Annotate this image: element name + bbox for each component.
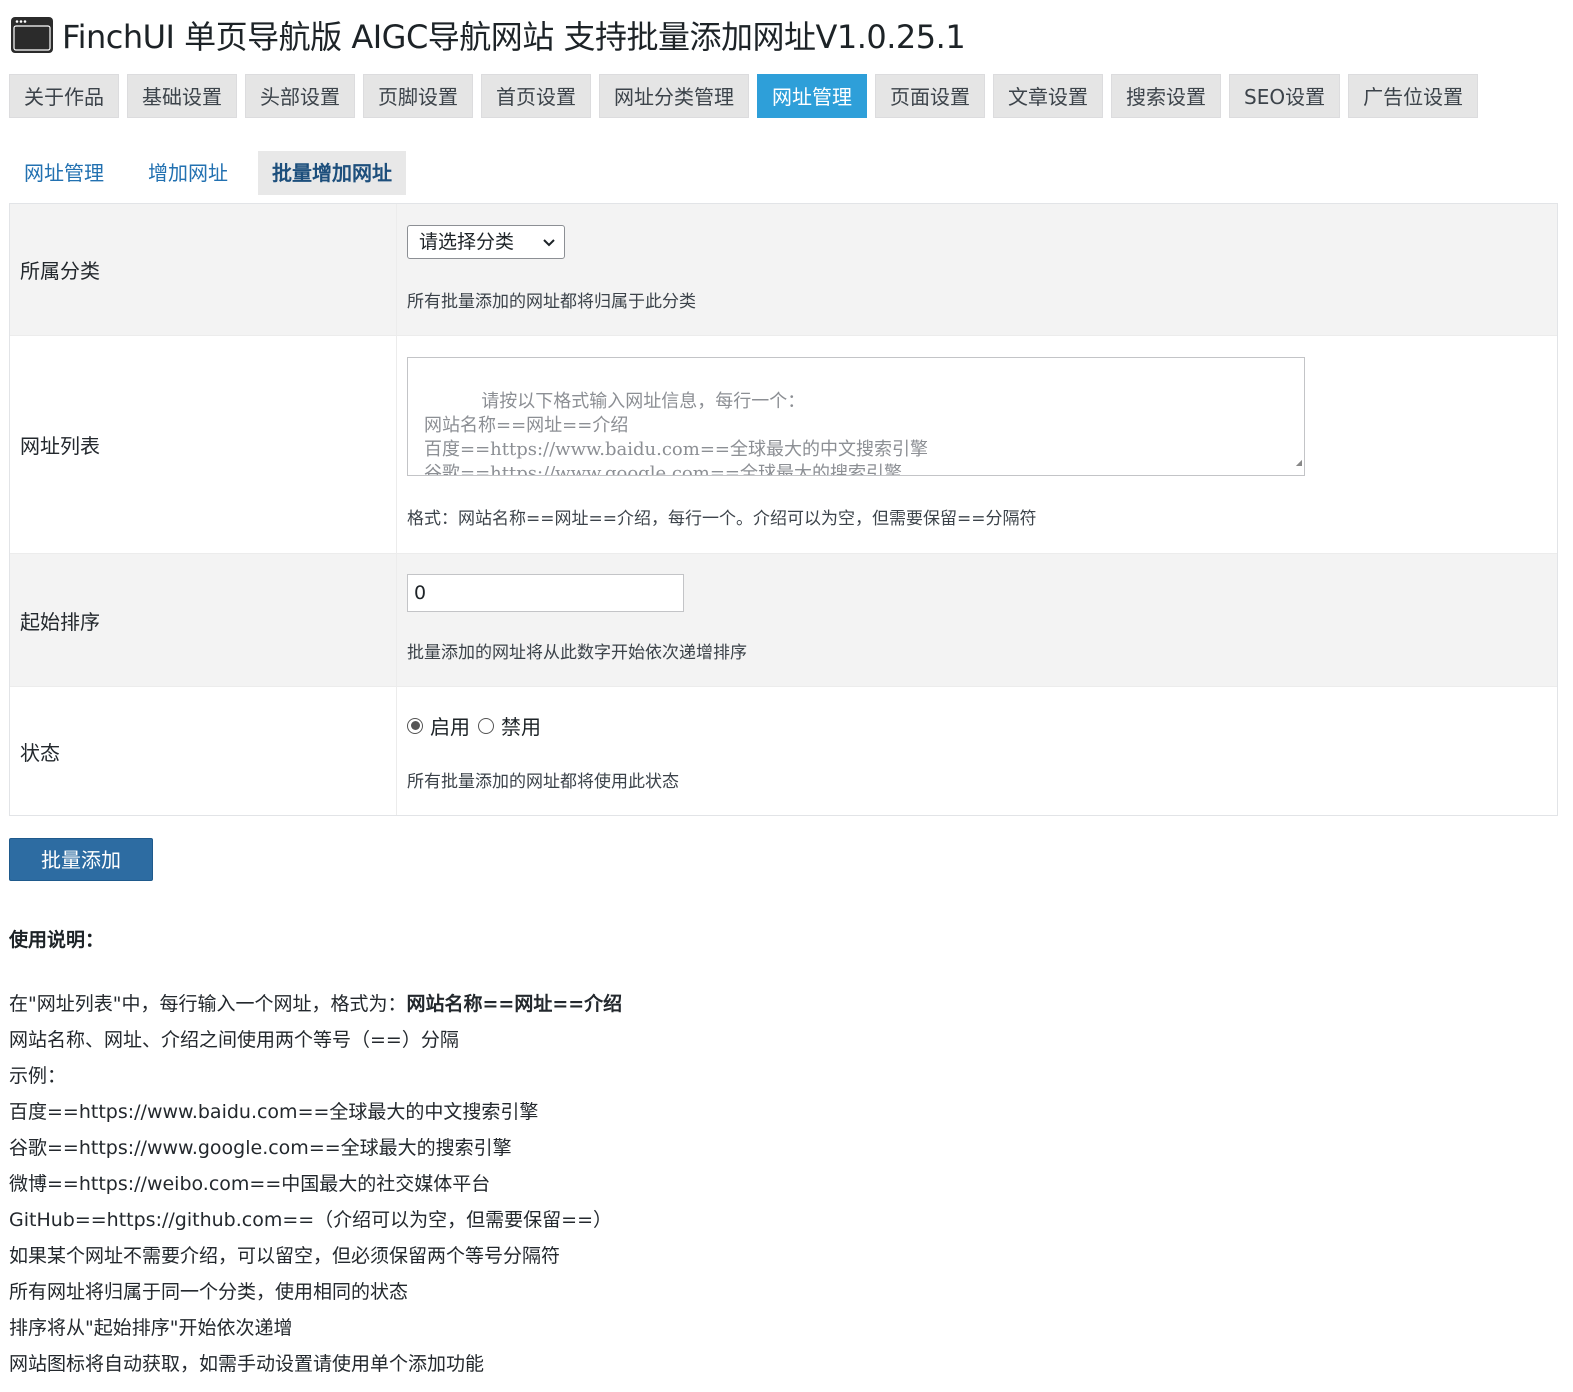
tab-home-settings[interactable]: 首页设置: [481, 74, 591, 118]
tab-about[interactable]: 关于作品: [9, 74, 119, 118]
status-disabled-label[interactable]: 禁用: [501, 711, 541, 740]
url-list-help: 格式：网站名称==网址==介绍，每行一个。介绍可以为空，但需要保留==分隔符: [407, 509, 1037, 529]
url-list-textarea[interactable]: 请按以下格式输入网址信息，每行一个： 网站名称==网址==介绍 百度==http…: [407, 357, 1305, 476]
sub-tab-bar: 网址管理 增加网址 批量增加网址: [10, 151, 422, 195]
instruction-line: GitHub==https://github.com==（介绍可以为空，但需要保…: [9, 1209, 613, 1231]
category-select-value: 请选择分类: [419, 231, 515, 253]
window-icon: [11, 17, 53, 53]
usage-instructions: 使用说明： 在"网址列表"中，每行输入一个网址，格式为：网站名称==网址==介绍…: [9, 922, 1009, 1382]
instruction-line: 在"网址列表"中，每行输入一个网址，格式为：网站名称==网址==介绍: [9, 986, 1009, 1022]
chevron-down-icon: [542, 227, 556, 270]
status-label: 状态: [10, 687, 397, 815]
instruction-line: 网站名称、网址、介绍之间使用两个等号（==）分隔: [9, 1029, 459, 1051]
instruction-line: 谷歌==https://www.google.com==全球最大的搜索引擎: [9, 1137, 512, 1159]
page-title: FinchUI 单页导航版 AIGC导航网站 支持批量添加网址V1.0.25.1: [62, 18, 966, 56]
tab-footer-settings[interactable]: 页脚设置: [363, 74, 473, 118]
category-select[interactable]: 请选择分类: [407, 225, 565, 259]
start-order-label: 起始排序: [10, 554, 397, 686]
main-tab-bar: 关于作品 基础设置 头部设置 页脚设置 首页设置 网址分类管理 网址管理 页面设…: [9, 74, 1486, 118]
tab-page-settings[interactable]: 页面设置: [875, 74, 985, 118]
subtab-url-management[interactable]: 网址管理: [10, 151, 118, 195]
tab-url-management[interactable]: 网址管理: [757, 74, 867, 118]
category-label: 所属分类: [10, 204, 397, 335]
instruction-line: 所有网址将归属于同一个分类，使用相同的状态: [9, 1281, 409, 1303]
tab-header-settings[interactable]: 头部设置: [245, 74, 355, 118]
instruction-line: 如果某个网址不需要介绍，可以留空，但必须保留两个等号分隔符: [9, 1245, 561, 1267]
tab-seo-settings[interactable]: SEO设置: [1229, 74, 1341, 118]
page-header: FinchUI 单页导航版 AIGC导航网站 支持批量添加网址V1.0.25.1: [10, 10, 966, 60]
form-row-status: 状态 启用 禁用 所有批量添加的网址都将使用此状态: [10, 687, 1557, 815]
subtab-batch-add-url[interactable]: 批量增加网址: [258, 151, 406, 195]
tab-basic-settings[interactable]: 基础设置: [127, 74, 237, 118]
batch-add-button[interactable]: 批量添加: [9, 838, 153, 881]
instruction-line: 网站图标将自动获取，如需手动设置请使用单个添加功能: [9, 1353, 485, 1375]
form-row-start-order: 起始排序 0 批量添加的网址将从此数字开始依次递增排序: [10, 554, 1557, 687]
start-order-help: 批量添加的网址将从此数字开始依次递增排序: [407, 643, 747, 663]
tab-article-settings[interactable]: 文章设置: [993, 74, 1103, 118]
instructions-title: 使用说明：: [9, 929, 105, 951]
resize-grip-icon[interactable]: ◢: [1296, 451, 1302, 475]
form-row-url-list: 网址列表 请按以下格式输入网址信息，每行一个： 网站名称==网址==介绍 百度=…: [10, 336, 1557, 554]
tab-search-settings[interactable]: 搜索设置: [1111, 74, 1221, 118]
tab-ad-settings[interactable]: 广告位设置: [1348, 74, 1479, 118]
url-list-placeholder: 请按以下格式输入网址信息，每行一个： 网站名称==网址==介绍 百度==http…: [424, 391, 928, 476]
status-disabled-radio[interactable]: [478, 717, 494, 734]
subtab-add-url[interactable]: 增加网址: [134, 151, 242, 195]
status-enabled-label[interactable]: 启用: [430, 711, 470, 740]
start-order-input[interactable]: 0: [407, 574, 684, 612]
instruction-format-bold: 网站名称==网址==介绍: [406, 993, 623, 1015]
status-help: 所有批量添加的网址都将使用此状态: [407, 772, 679, 792]
form-row-category: 所属分类 请选择分类 所有批量添加的网址都将归属于此分类: [10, 204, 1557, 336]
status-enabled-radio[interactable]: [407, 717, 423, 734]
instruction-line: 排序将从"起始排序"开始依次递增: [9, 1317, 293, 1339]
tab-url-category-management[interactable]: 网址分类管理: [599, 74, 749, 118]
instruction-line: 微博==https://weibo.com==中国最大的社交媒体平台: [9, 1173, 491, 1195]
category-help: 所有批量添加的网址都将归属于此分类: [407, 292, 696, 312]
instruction-line-text: 在"网址列表"中，每行输入一个网址，格式为：: [9, 993, 407, 1015]
page: FinchUI 单页导航版 AIGC导航网站 支持批量添加网址V1.0.25.1…: [0, 0, 1573, 1392]
instruction-line: 示例：: [9, 1065, 67, 1087]
status-radio-group: 启用 禁用: [407, 711, 549, 740]
batch-add-form: 所属分类 请选择分类 所有批量添加的网址都将归属于此分类 网址列表 请按以下格式…: [9, 203, 1558, 816]
url-list-label: 网址列表: [10, 336, 397, 553]
instruction-line: 百度==https://www.baidu.com==全球最大的中文搜索引擎: [9, 1101, 539, 1123]
